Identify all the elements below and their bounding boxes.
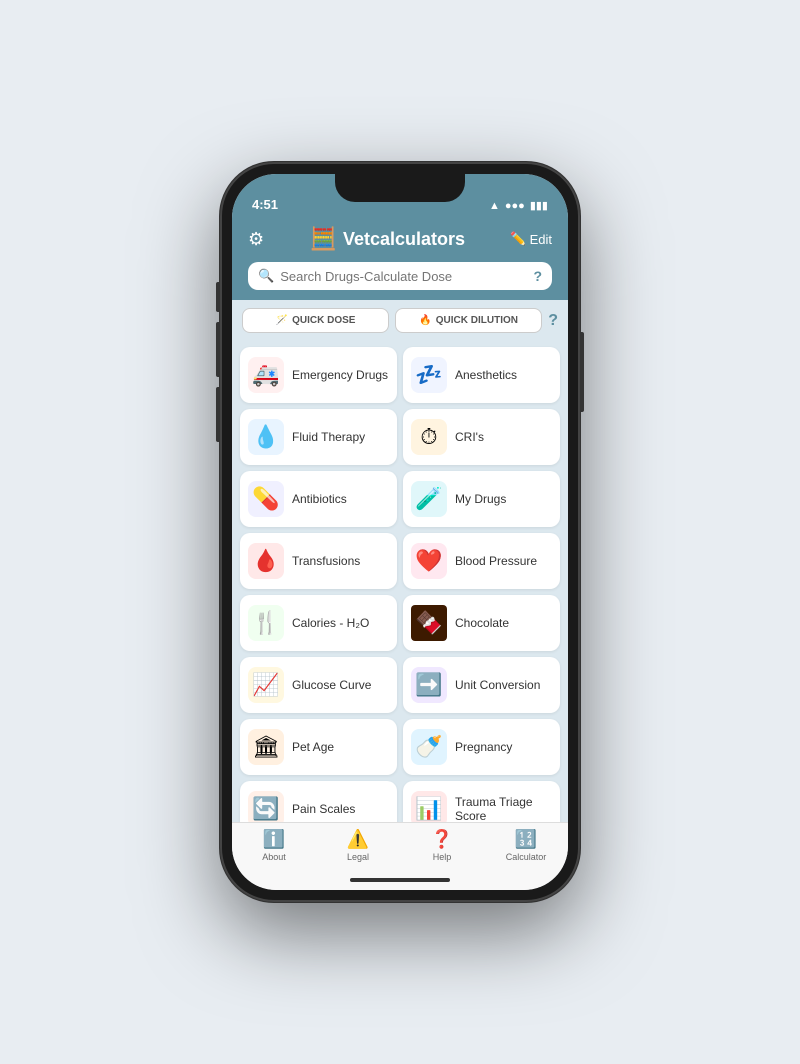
pain-scales-icon: 🔄 [248, 791, 284, 822]
home-bar[interactable] [350, 878, 450, 882]
signal-icon: ●●● [505, 200, 525, 212]
tab-bar: ℹ️ About ⚠️ Legal ❓ Help 🔢 Calculator [232, 822, 568, 870]
menu-item-my-drugs[interactable]: 🧪 My Drugs [403, 471, 560, 527]
about-tab-icon: ℹ️ [263, 829, 285, 850]
home-indicator [232, 870, 568, 890]
legal-tab-label: Legal [347, 852, 369, 862]
emergency-drugs-icon: 🚑 [248, 357, 284, 393]
antibiotics-icon: 💊 [248, 481, 284, 517]
blood-pressure-label: Blood Pressure [455, 554, 537, 568]
help-tab-icon: ❓ [431, 829, 453, 850]
unit-conversion-icon: ➡️ [411, 667, 447, 703]
edit-icon: ✏️ [510, 231, 526, 247]
search-icon: 🔍 [258, 268, 274, 284]
app-title: Vetcalculators [343, 229, 465, 250]
search-help-button[interactable]: ? [533, 268, 542, 284]
cris-label: CRI's [455, 430, 484, 444]
volume-down-button[interactable] [216, 387, 220, 442]
pregnancy-label: Pregnancy [455, 740, 512, 754]
chocolate-icon: 🍫 [411, 605, 447, 641]
pregnancy-icon: 🍼 [411, 729, 447, 765]
menu-item-unit-conversion[interactable]: ➡️ Unit Conversion [403, 657, 560, 713]
power-button[interactable] [580, 332, 584, 412]
status-icons: ▲ ●●● ▮▮▮ [489, 199, 548, 212]
antibiotics-label: Antibiotics [292, 492, 347, 506]
quick-buttons-bar: 🪄 QUICK DOSE 🔥 QUICK DILUTION ? [232, 300, 568, 341]
blood-pressure-icon: ❤️ [411, 543, 447, 579]
search-section: 🔍 ? [232, 262, 568, 300]
menu-item-glucose-curve[interactable]: 📈 Glucose Curve [240, 657, 397, 713]
volume-up-button[interactable] [216, 322, 220, 377]
quick-dilution-icon: 🔥 [419, 315, 431, 326]
tab-legal[interactable]: ⚠️ Legal [316, 829, 400, 862]
menu-item-antibiotics[interactable]: 💊 Antibiotics [240, 471, 397, 527]
fluid-therapy-label: Fluid Therapy [292, 430, 365, 444]
pet-age-icon: 🏛 [248, 729, 284, 765]
calculator-tab-icon: 🔢 [515, 829, 537, 850]
glucose-curve-icon: 📈 [248, 667, 284, 703]
status-time: 4:51 [252, 197, 278, 212]
menu-item-cris[interactable]: ⏱ CRI's [403, 409, 560, 465]
tab-help[interactable]: ❓ Help [400, 829, 484, 862]
anesthetics-label: Anesthetics [455, 368, 517, 382]
settings-icon[interactable]: ⚙ [248, 229, 264, 250]
notch [335, 174, 465, 202]
trauma-triage-icon: 📊 [411, 791, 447, 822]
calories-icon: 🍴 [248, 605, 284, 641]
search-input-wrap: 🔍 ? [248, 262, 552, 290]
menu-item-pet-age[interactable]: 🏛 Pet Age [240, 719, 397, 775]
search-input[interactable] [280, 269, 527, 284]
app-header: ⚙ 🧮 Vetcalculators ✏️ Edit [232, 218, 568, 262]
wifi-icon: ▲ [489, 200, 500, 212]
glucose-curve-label: Glucose Curve [292, 678, 371, 692]
quick-dilution-button[interactable]: 🔥 QUICK DILUTION [395, 308, 542, 333]
quick-help-button[interactable]: ? [548, 312, 558, 330]
app-icon: 🧮 [310, 226, 337, 252]
menu-item-chocolate[interactable]: 🍫 Chocolate [403, 595, 560, 651]
edit-button[interactable]: ✏️ Edit [510, 231, 552, 247]
calculator-tab-label: Calculator [506, 852, 547, 862]
trauma-triage-label: Trauma Triage Score [455, 795, 552, 822]
calories-label: Calories - H₂O [292, 616, 369, 630]
fluid-therapy-icon: 💧 [248, 419, 284, 455]
phone-screen: 4:51 ▲ ●●● ▮▮▮ ⚙ 🧮 Vetcalculators ✏️ Edi… [232, 174, 568, 890]
menu-item-blood-pressure[interactable]: ❤️ Blood Pressure [403, 533, 560, 589]
quick-dose-button[interactable]: 🪄 QUICK DOSE [242, 308, 389, 333]
help-tab-label: Help [433, 852, 452, 862]
menu-item-emergency-drugs[interactable]: 🚑 Emergency Drugs [240, 347, 397, 403]
emergency-drugs-label: Emergency Drugs [292, 368, 388, 382]
phone-frame: 4:51 ▲ ●●● ▮▮▮ ⚙ 🧮 Vetcalculators ✏️ Edi… [220, 162, 580, 902]
transfusions-label: Transfusions [292, 554, 360, 568]
tab-about[interactable]: ℹ️ About [232, 829, 316, 862]
main-content: 🚑 Emergency Drugs 💤 Anesthetics 💧 Fluid … [232, 341, 568, 822]
pain-scales-label: Pain Scales [292, 802, 355, 816]
quick-dilution-label: QUICK DILUTION [436, 315, 518, 326]
legal-tab-icon: ⚠️ [347, 829, 369, 850]
menu-item-pain-scales[interactable]: 🔄 Pain Scales [240, 781, 397, 822]
quick-dose-label: QUICK DOSE [292, 315, 355, 326]
about-tab-label: About [262, 852, 286, 862]
transfusions-icon: 🩸 [248, 543, 284, 579]
volume-mute-button[interactable] [216, 282, 220, 312]
chocolate-label: Chocolate [455, 616, 509, 630]
menu-item-calories[interactable]: 🍴 Calories - H₂O [240, 595, 397, 651]
anesthetics-icon: 💤 [411, 357, 447, 393]
unit-conversion-label: Unit Conversion [455, 678, 540, 692]
menu-grid: 🚑 Emergency Drugs 💤 Anesthetics 💧 Fluid … [240, 347, 560, 822]
menu-item-pregnancy[interactable]: 🍼 Pregnancy [403, 719, 560, 775]
my-drugs-icon: 🧪 [411, 481, 447, 517]
menu-item-anesthetics[interactable]: 💤 Anesthetics [403, 347, 560, 403]
my-drugs-label: My Drugs [455, 492, 506, 506]
header-center: 🧮 Vetcalculators [310, 226, 465, 252]
battery-icon: ▮▮▮ [530, 199, 548, 212]
quick-dose-icon: 🪄 [276, 315, 288, 326]
menu-item-transfusions[interactable]: 🩸 Transfusions [240, 533, 397, 589]
menu-item-trauma-triage[interactable]: 📊 Trauma Triage Score [403, 781, 560, 822]
edit-label: Edit [530, 232, 552, 247]
pet-age-label: Pet Age [292, 740, 334, 754]
tab-calculator[interactable]: 🔢 Calculator [484, 829, 568, 862]
menu-item-fluid-therapy[interactable]: 💧 Fluid Therapy [240, 409, 397, 465]
cris-icon: ⏱ [411, 419, 447, 455]
